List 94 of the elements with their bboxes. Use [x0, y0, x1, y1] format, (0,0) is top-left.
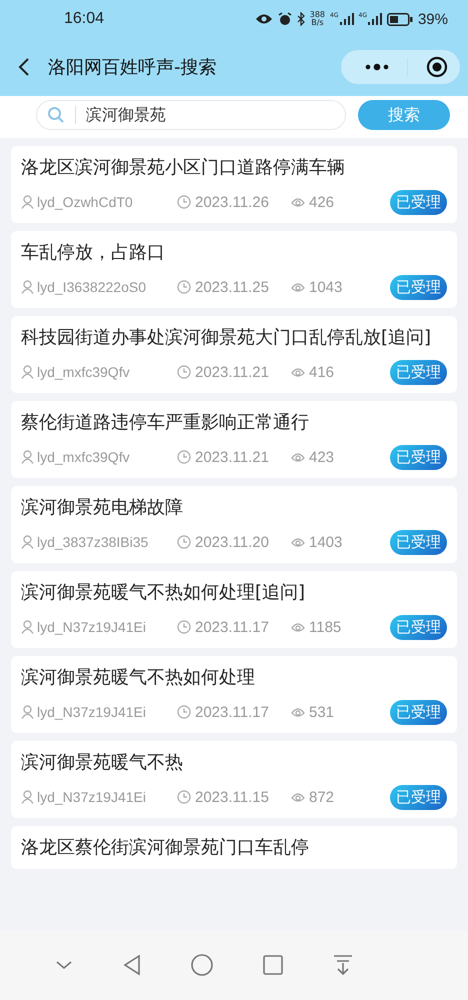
post-date: 2023.11.20 [195, 534, 270, 550]
post-author: lyd_N37z19J41Ei [37, 704, 147, 720]
search-icon [47, 106, 65, 124]
view-count: 426 [309, 194, 334, 210]
alarm-icon [278, 12, 292, 26]
post-date: 2023.11.26 [195, 194, 270, 210]
user-icon [21, 705, 34, 719]
recents-icon[interactable] [262, 954, 284, 976]
post-title: 洛龙区蔡伦街滨河御景苑门口车乱停 [21, 836, 310, 860]
post-date: 2023.11.25 [195, 278, 270, 296]
post-card[interactable]: 滨河御景苑暖气不热如何处理[追问] lyd_N37z19J41Ei 2023.11.17 1185 已受理 [11, 571, 457, 648]
search-field[interactable]: 滨河御景苑 [36, 100, 346, 130]
post-author: lyd_I3638222oS0 [37, 279, 147, 295]
eye-icon [291, 366, 305, 378]
user-icon [21, 535, 34, 549]
battery-level: 39% [418, 10, 448, 28]
post-title: 蔡伦街道路违停车严重影响正常通行 [21, 411, 310, 435]
clock-icon [177, 365, 191, 379]
eye-icon [254, 13, 273, 25]
close-target-icon[interactable] [426, 56, 448, 78]
battery-icon [386, 12, 413, 26]
post-date: 2023.11.17 [195, 704, 270, 720]
post-date: 2023.11.21 [195, 364, 270, 380]
eye-icon [291, 791, 305, 803]
view-count: 531 [309, 704, 334, 720]
clock-icon [177, 195, 191, 209]
view-count: 1185 [309, 618, 342, 636]
signal-icon [340, 13, 354, 25]
view-count: 1403 [309, 534, 342, 550]
post-card[interactable]: 洛龙区蔡伦街滨河御景苑门口车乱停 [11, 826, 457, 869]
pull-down-icon[interactable] [332, 954, 354, 976]
post-card[interactable]: 科技园街道办事处滨河御景苑大门口乱停乱放[追问] lyd_mxfc39Qfv 2023.11.21 416 已受理 [11, 316, 457, 393]
user-icon [21, 280, 34, 294]
page-title: 洛阳网百姓呼声-搜索 [48, 56, 218, 79]
status-badge: 已受理 [390, 784, 447, 810]
view-count: 416 [309, 364, 334, 380]
post-title: 科技园街道办事处滨河御景苑大门口乱停乱放[追问] [21, 326, 432, 350]
post-card[interactable]: 蔡伦街道路违停车严重影响正常通行 lyd_mxfc39Qfv 2023.11.21 423 已受理 [11, 401, 457, 478]
signal-icon [368, 13, 382, 25]
post-title: 滨河御景苑暖气不热 [21, 751, 184, 775]
post-card[interactable]: 洛龙区滨河御景苑小区门口道路停满车辆 lyd_OzwhCdT0 2023.11.26 426 已受理 [11, 146, 457, 223]
status-badge: 已受理 [390, 530, 447, 554]
net-speed: 388 [310, 11, 326, 19]
post-author: lyd_N37z19J41Ei [37, 789, 147, 805]
net-unit: B/s [311, 19, 324, 27]
post-date: 2023.11.17 [195, 618, 270, 636]
eye-icon [291, 706, 305, 718]
eye-icon [291, 536, 305, 548]
view-count: 423 [309, 448, 334, 466]
status-badge: 已受理 [390, 700, 447, 724]
more-icon[interactable] [365, 63, 389, 71]
post-author: lyd_OzwhCdT0 [37, 194, 134, 210]
post-author: lyd_mxfc39Qfv [37, 449, 131, 465]
clock-icon [177, 790, 191, 804]
post-title: 滨河御景苑电梯故障 [21, 496, 184, 520]
post-author: lyd_N37z19J41Ei [37, 619, 147, 635]
collapse-icon[interactable] [54, 959, 74, 971]
user-icon [21, 620, 34, 634]
status-time: 16:04 [64, 10, 104, 28]
post-date: 2023.11.21 [195, 448, 270, 466]
bluetooth-icon [296, 12, 305, 26]
post-card[interactable]: 滨河御景苑暖气不热如何处理 lyd_N37z19J41Ei 2023.11.17 531 已受理 [11, 656, 457, 733]
post-author: lyd_3837z38IBi35 [37, 534, 150, 550]
post-title: 滨河御景苑暖气不热如何处理 [21, 666, 256, 690]
clock-icon [177, 620, 191, 634]
user-icon [21, 790, 34, 804]
post-title: 滨河御景苑暖气不热如何处理[追问] [21, 581, 306, 605]
eye-icon [291, 451, 305, 463]
eye-icon [291, 621, 305, 633]
post-card[interactable]: 滨河御景苑暖气不热 lyd_N37z19J41Ei 2023.11.15 872 已受理 [11, 741, 457, 818]
view-count: 872 [309, 788, 334, 806]
home-icon[interactable] [190, 953, 214, 977]
post-card[interactable]: 滨河御景苑电梯故障 lyd_3837z38IBi35 2023.11.20 1403 已受理 [11, 486, 457, 563]
user-icon [21, 365, 34, 379]
eye-icon [291, 196, 305, 208]
post-date: 2023.11.15 [195, 788, 270, 806]
status-badge: 已受理 [390, 360, 447, 384]
post-author: lyd_mxfc39Qfv [37, 364, 131, 380]
post-title: 车乱停放，占路口 [21, 241, 166, 265]
status-badge: 已受理 [390, 190, 447, 214]
view-count: 1043 [309, 278, 342, 296]
eye-icon [291, 281, 305, 293]
clock-icon [177, 535, 191, 549]
post-card[interactable]: 车乱停放，占路口 lyd_I3638222oS0 2023.11.25 1043 已受理 [11, 231, 457, 308]
user-icon [21, 195, 34, 209]
status-badge: 已受理 [390, 444, 447, 470]
status-badge: 已受理 [390, 614, 447, 640]
status-badge: 已受理 [390, 274, 447, 300]
clock-icon [177, 705, 191, 719]
back-icon[interactable] [18, 57, 30, 77]
post-title: 洛龙区滨河御景苑小区门口道路停满车辆 [21, 156, 346, 180]
clock-icon [177, 280, 191, 294]
user-icon [21, 450, 34, 464]
clock-icon [177, 450, 191, 464]
